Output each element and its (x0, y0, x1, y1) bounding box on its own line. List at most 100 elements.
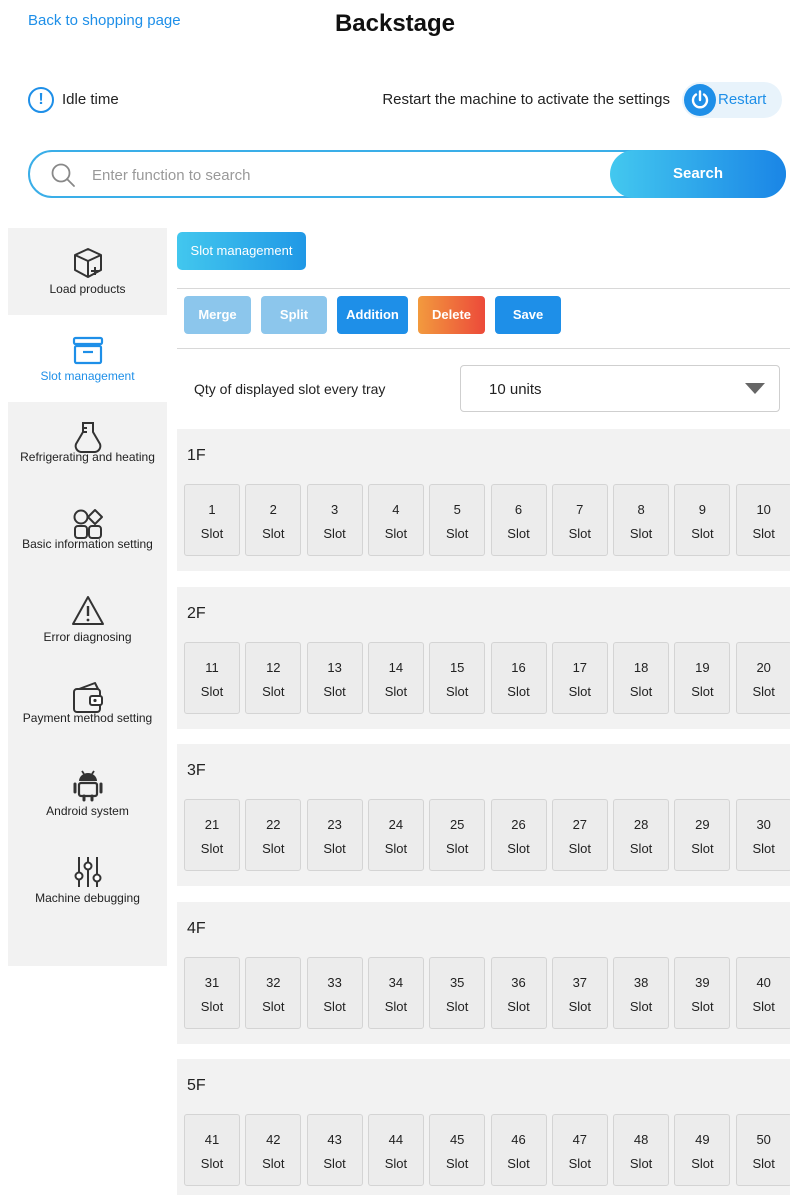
slot-cell[interactable]: 45 Slot (429, 1114, 486, 1186)
slot-cell[interactable]: 13 Slot (306, 641, 363, 714)
tray-name: 3F (187, 762, 206, 779)
slot-cell[interactable]: 7 Slot (551, 484, 608, 556)
slot-label: Slot (629, 526, 653, 541)
slot-cell[interactable]: 35 Slot (429, 956, 486, 1029)
slot-cell[interactable]: 24 Slot (367, 799, 424, 871)
slot-cell[interactable]: 27 Slot (551, 799, 608, 871)
sidebar-item-android-system[interactable]: Android system (8, 750, 167, 837)
slot-cell[interactable]: 17 Slot (551, 641, 608, 714)
sidebar-item-payment-method[interactable]: Payment method setting (8, 663, 167, 750)
slot-number: 6 (514, 502, 523, 517)
slot-label: Slot (752, 998, 775, 1014)
slot-cell[interactable]: 15 Slot (429, 641, 486, 714)
sidebar-item-load-products[interactable]: Load products (8, 228, 167, 315)
slot-label: Slot (445, 526, 469, 541)
slot-number: 50 (756, 1132, 771, 1147)
sidebar-item-error-diagnosing[interactable]: Error diagnosing (8, 576, 167, 663)
slot-cell[interactable]: 14 Slot (367, 641, 424, 714)
slot-number: 10 (756, 502, 771, 517)
slot-cell[interactable]: 20 Slot (735, 641, 790, 714)
slot-cell[interactable]: 32 Slot (245, 956, 302, 1029)
slot-cell[interactable]: 44 Slot (367, 1114, 424, 1186)
slot-cell[interactable]: 40 Slot (735, 956, 790, 1029)
slot-label: Slot (507, 526, 530, 541)
sidebar-item-slot-management[interactable]: Slot management (8, 315, 167, 402)
slot-cell[interactable]: 22 Slot (245, 799, 302, 871)
delete-button[interactable]: Delete (418, 296, 485, 334)
slot-cell[interactable]: 50 Slot (735, 1114, 790, 1186)
qty-value: 10 units (489, 381, 542, 398)
slot-cell[interactable]: 26 Slot (490, 799, 547, 871)
slot-cell[interactable]: 49 Slot (674, 1114, 731, 1186)
tray-name: 2F (187, 604, 206, 622)
addition-button[interactable]: Addition (337, 296, 408, 334)
slot-label: Slot (200, 1156, 224, 1171)
slot-number: 35 (449, 974, 465, 990)
search-input[interactable] (92, 162, 592, 188)
slot-number: 34 (388, 974, 404, 990)
slot-number: 39 (695, 974, 710, 990)
slot-cell[interactable]: 39 Slot (674, 956, 731, 1029)
slot-cell[interactable]: 3 Slot (306, 484, 363, 556)
slot-cell[interactable]: 38 Slot (613, 956, 670, 1029)
slot-cell[interactable]: 5 Slot (429, 484, 486, 556)
qty-select[interactable]: 10 units (460, 365, 780, 412)
merge-button[interactable]: Merge (184, 296, 251, 334)
tray-icon (8, 333, 167, 367)
search-button[interactable]: Search (610, 150, 786, 198)
slot-cell[interactable]: 1 Slot (184, 484, 240, 556)
slot-cell[interactable]: 34 Slot (367, 956, 424, 1029)
search-bar: Search (28, 150, 786, 198)
split-button[interactable]: Split (261, 296, 327, 334)
slot-cell[interactable]: 30 Slot (735, 799, 790, 871)
slot-label: Slot (507, 683, 530, 699)
slot-cell[interactable]: 9 Slot (674, 484, 731, 556)
search-icon (50, 162, 76, 193)
restart-button[interactable]: Restart (682, 82, 782, 118)
slot-cell[interactable]: 37 Slot (551, 956, 608, 1029)
slot-label: Slot (629, 998, 653, 1014)
sidebar-item-label: Refrigerating and heating (20, 450, 155, 464)
slot-label: Slot (262, 998, 285, 1014)
slot-cell[interactable]: 18 Slot (613, 641, 670, 714)
sidebar-item-basic-information[interactable]: Basic information setting (8, 489, 167, 576)
tab-slot-management[interactable]: Slot management (177, 232, 306, 270)
save-button[interactable]: Save (495, 296, 561, 334)
slot-cell[interactable]: 21 Slot (184, 799, 240, 871)
slot-cell[interactable]: 19 Slot (674, 641, 731, 714)
slot-cell[interactable]: 29 Slot (674, 799, 731, 871)
slot-cell[interactable]: 33 Slot (306, 956, 363, 1029)
slot-number: 4 (392, 502, 400, 517)
sidebar-item-machine-debugging[interactable]: Machine debugging (8, 837, 167, 924)
slot-cell[interactable]: 11 Slot (184, 641, 240, 714)
slot-cell[interactable]: 16 Slot (490, 641, 547, 714)
slot-cell[interactable]: 10 Slot (735, 484, 790, 556)
slot-label: Slot (323, 998, 346, 1014)
slot-cell[interactable]: 41 Slot (184, 1114, 240, 1186)
slot-cell[interactable]: 6 Slot (490, 484, 547, 556)
slot-cell[interactable]: 25 Slot (429, 799, 486, 871)
slot-cell[interactable]: 48 Slot (613, 1114, 670, 1186)
slot-label: Slot (568, 841, 591, 856)
slot-cell[interactable]: 4 Slot (367, 484, 424, 556)
slot-cell[interactable]: 42 Slot (245, 1114, 302, 1186)
slot-cell[interactable]: 28 Slot (613, 799, 670, 871)
slot-cell[interactable]: 36 Slot (490, 956, 547, 1029)
slot-cell[interactable]: 31 Slot (184, 956, 240, 1029)
slot-label: Slot (384, 998, 408, 1014)
slot-cell[interactable]: 46 Slot (490, 1114, 547, 1186)
slot-number: 20 (756, 659, 771, 675)
sidebar-item-refrigerating-heating[interactable]: Refrigerating and heating (8, 402, 167, 489)
slot-cell[interactable]: 2 Slot (245, 484, 302, 556)
slot-cell[interactable]: 47 Slot (551, 1114, 608, 1186)
slot-number: 15 (449, 659, 465, 675)
slot-cell[interactable]: 23 Slot (306, 799, 363, 871)
slot-cell[interactable]: 43 Slot (306, 1114, 363, 1186)
slot-cell[interactable]: 12 Slot (245, 641, 302, 714)
slot-label: Slot (445, 998, 469, 1014)
slot-label: Slot (384, 1156, 408, 1171)
slot-cell[interactable]: 8 Slot (613, 484, 670, 556)
slot-label: Slot (323, 683, 346, 699)
slot-number: 8 (637, 502, 645, 517)
slot-number: 38 (633, 974, 649, 990)
